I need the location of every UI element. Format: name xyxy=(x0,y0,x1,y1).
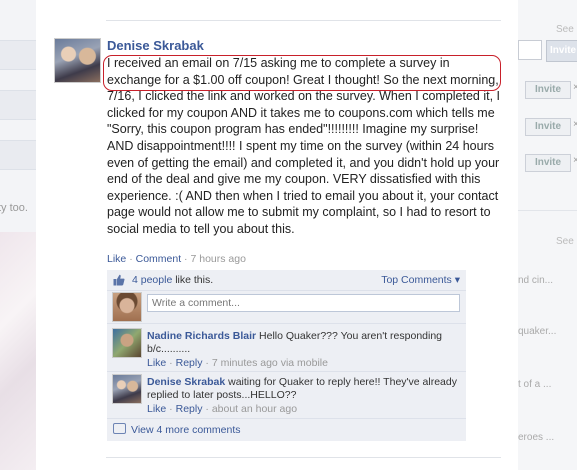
sidebar-invite-button[interactable]: Invite xyxy=(546,40,577,62)
left-text-fragment: ty too. xyxy=(0,202,28,214)
comment-link[interactable]: Comment xyxy=(136,253,182,265)
sidebar-input[interactable] xyxy=(518,40,542,60)
close-icon[interactable]: × xyxy=(573,82,577,93)
see-all-link[interactable]: See xyxy=(556,24,574,35)
comment-meta: Like · Reply · 7 minutes ago via mobile xyxy=(147,357,328,369)
right-sidebar: See Invite Invite × Invite × Invite × Se… xyxy=(518,0,577,470)
left-band xyxy=(0,140,36,170)
invite-button[interactable]: Invite xyxy=(525,118,571,136)
comment-input[interactable]: Write a comment... xyxy=(147,294,460,312)
post-divider xyxy=(106,457,501,458)
comment-reply-link[interactable]: Reply xyxy=(176,357,203,369)
sidebar-item[interactable]: nd cin... xyxy=(518,275,553,286)
comment-time: about an hour ago xyxy=(211,403,298,415)
invite-button[interactable]: Invite xyxy=(525,81,571,99)
post-author[interactable]: Denise Skrabak xyxy=(107,38,204,53)
avatar[interactable] xyxy=(54,38,101,83)
comment-text: Denise Skrabak waiting for Quaker to rep… xyxy=(147,376,457,402)
comment-item: Denise Skrabak waiting for Quaker to rep… xyxy=(107,372,466,419)
left-band xyxy=(0,40,36,70)
like-link[interactable]: Like xyxy=(107,253,126,265)
see-all-link[interactable]: See xyxy=(556,236,574,247)
sidebar-item[interactable]: t of a ... xyxy=(518,379,551,390)
comment-reply-link[interactable]: Reply xyxy=(176,403,203,415)
separator: · xyxy=(184,253,188,265)
comment-bubble-icon xyxy=(113,423,126,434)
comment-like-link[interactable]: Like xyxy=(147,403,166,415)
view-more-label[interactable]: View 4 more comments xyxy=(131,424,241,436)
post-meta: Like · Comment · 7 hours ago xyxy=(107,253,246,265)
comment-author[interactable]: Denise Skrabak xyxy=(147,376,225,388)
top-comments-dropdown[interactable]: Top Comments ▾ xyxy=(381,274,460,286)
likes-suffix: like this. xyxy=(172,274,214,286)
post-time[interactable]: 7 hours ago xyxy=(190,253,245,265)
close-icon[interactable]: × xyxy=(573,155,577,166)
comment-text: Nadine Richards Blair Hello Quaker??? Yo… xyxy=(147,330,457,356)
wall-post-column: Denise Skrabak I received an email on 7/… xyxy=(36,0,518,470)
comment-item: Nadine Richards Blair Hello Quaker??? Yo… xyxy=(107,326,466,372)
likes-people-link[interactable]: 4 people xyxy=(132,274,172,286)
sidebar-item[interactable]: eroes ... xyxy=(518,432,554,443)
comment-like-link[interactable]: Like xyxy=(147,357,166,369)
sidebar-divider xyxy=(518,210,577,211)
close-icon[interactable]: × xyxy=(573,119,577,130)
left-photo xyxy=(0,232,36,470)
left-band xyxy=(0,90,36,120)
comment-author[interactable]: Nadine Richards Blair xyxy=(147,330,256,342)
post-divider xyxy=(106,20,501,21)
feedback-box: 4 people like this. Top Comments ▾ Write… xyxy=(107,270,466,441)
likes-summary: 4 people like this. xyxy=(132,274,213,286)
avatar[interactable] xyxy=(112,328,142,358)
sidebar-item[interactable]: quaker... xyxy=(518,326,556,337)
comment-time: 7 minutes ago via mobile xyxy=(211,357,328,369)
likes-row: 4 people like this. Top Comments ▾ xyxy=(107,270,466,291)
invite-button[interactable]: Invite xyxy=(525,154,571,172)
avatar[interactable] xyxy=(112,374,142,404)
highlight-annotation xyxy=(103,55,501,91)
view-more-comments-link[interactable]: View 4 more comments xyxy=(113,423,241,436)
avatar[interactable] xyxy=(112,292,142,322)
separator: · xyxy=(129,253,133,265)
thumbs-up-icon xyxy=(113,274,125,286)
left-background: ty too. xyxy=(0,0,36,470)
comment-meta: Like · Reply · about an hour ago xyxy=(147,403,298,415)
